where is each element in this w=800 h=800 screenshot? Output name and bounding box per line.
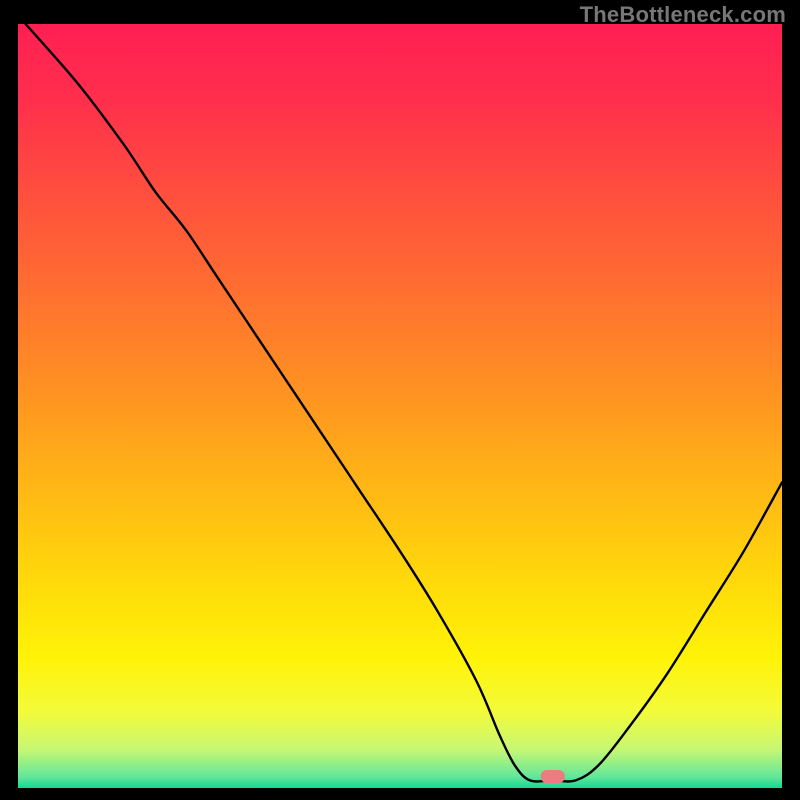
optimal-marker [541, 770, 565, 783]
chart-plot [18, 24, 782, 788]
chart-frame [18, 24, 782, 788]
watermark-text: TheBottleneck.com [580, 2, 786, 28]
